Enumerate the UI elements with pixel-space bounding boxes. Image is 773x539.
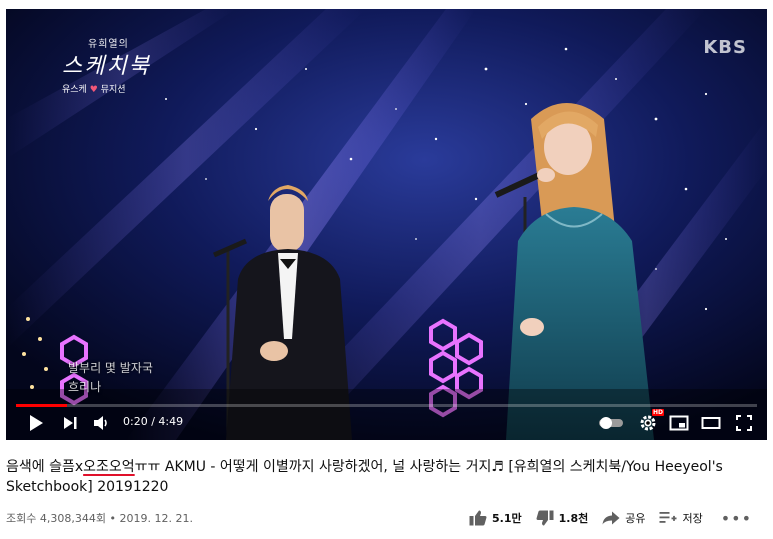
save-label: 저장: [682, 512, 703, 525]
play-button[interactable]: [24, 411, 48, 435]
show-logo-title: 스케치북: [62, 54, 151, 79]
play-icon: [30, 415, 43, 431]
show-logo: 유희열의 스케치북 유스케 ♥ 뮤지션: [62, 35, 151, 95]
miniplayer-button[interactable]: [667, 411, 691, 435]
playlist-add-icon: [659, 512, 677, 523]
theater-icon: [701, 417, 721, 429]
autoplay-toggle-icon: [599, 417, 623, 429]
next-icon: [64, 417, 77, 429]
show-logo-subtitle: 유스케 ♥ 뮤지션: [62, 82, 151, 95]
video-meta: 조회수 4,308,344회 • 2019. 12. 21.: [6, 510, 193, 526]
lyrics-line-2: 흐리나: [68, 380, 102, 394]
like-count: 5.1만: [492, 512, 522, 525]
share-label: 공유: [625, 512, 646, 525]
dislike-button[interactable]: 1.8천: [536, 510, 589, 526]
volume-icon: [94, 416, 107, 430]
video-actions: 5.1만 1.8천 공유 저장 •••: [469, 506, 752, 530]
lyrics-subtitle: 발부리 몇 발자국 흐리나: [68, 359, 153, 397]
video-title-highlight: 오조오억: [83, 459, 135, 475]
show-logo-sub-right: 뮤지션: [100, 85, 126, 95]
thumbs-up-icon: [469, 510, 487, 526]
video-title: 음색에 슬픔x오조오억ㅠㅠ AKMU - 어떻게 이별까지 사랑하겠어, 널 사…: [6, 457, 766, 497]
volume-button[interactable]: [90, 411, 114, 435]
broadcaster-logo: KBS: [703, 37, 747, 58]
fullscreen-button[interactable]: [732, 411, 756, 435]
view-count: 조회수 4,308,344회: [6, 512, 106, 525]
fullscreen-icon: [736, 415, 752, 431]
show-logo-sub-left: 유스케: [62, 85, 87, 95]
time-display: 0:20 / 4:49: [123, 415, 184, 428]
next-button[interactable]: [58, 411, 82, 435]
show-logo-small: 유희열의: [88, 39, 129, 50]
hd-badge: HD: [651, 409, 664, 416]
upload-date: 2019. 12. 21.: [119, 512, 193, 525]
thumbs-down-icon: [536, 510, 554, 526]
like-button[interactable]: 5.1만: [469, 510, 522, 526]
lyrics-line-1: 발부리 몇 발자국: [68, 361, 153, 375]
video-player[interactable]: 유희열의 스케치북 유스케 ♥ 뮤지션 KBS 발부리 몇 발자국 흐리나 0:…: [6, 9, 767, 440]
player-controls: 0:20 / 4:49 HD: [6, 406, 767, 440]
settings-button[interactable]: HD: [636, 409, 664, 435]
dislike-count: 1.8천: [558, 512, 589, 525]
autoplay-toggle[interactable]: [596, 411, 626, 435]
theater-mode-button[interactable]: [699, 411, 723, 435]
meta-separator: •: [109, 512, 116, 525]
share-arrow-icon: [602, 511, 620, 525]
video-title-prefix: 음색에 슬픔x: [6, 459, 84, 475]
settings-gear-icon: [640, 415, 656, 431]
heart-icon: ♥: [89, 85, 98, 95]
miniplayer-icon: [669, 415, 689, 431]
more-actions-button[interactable]: •••: [721, 509, 752, 528]
save-button[interactable]: 저장: [659, 510, 703, 526]
share-button[interactable]: 공유: [602, 510, 645, 526]
